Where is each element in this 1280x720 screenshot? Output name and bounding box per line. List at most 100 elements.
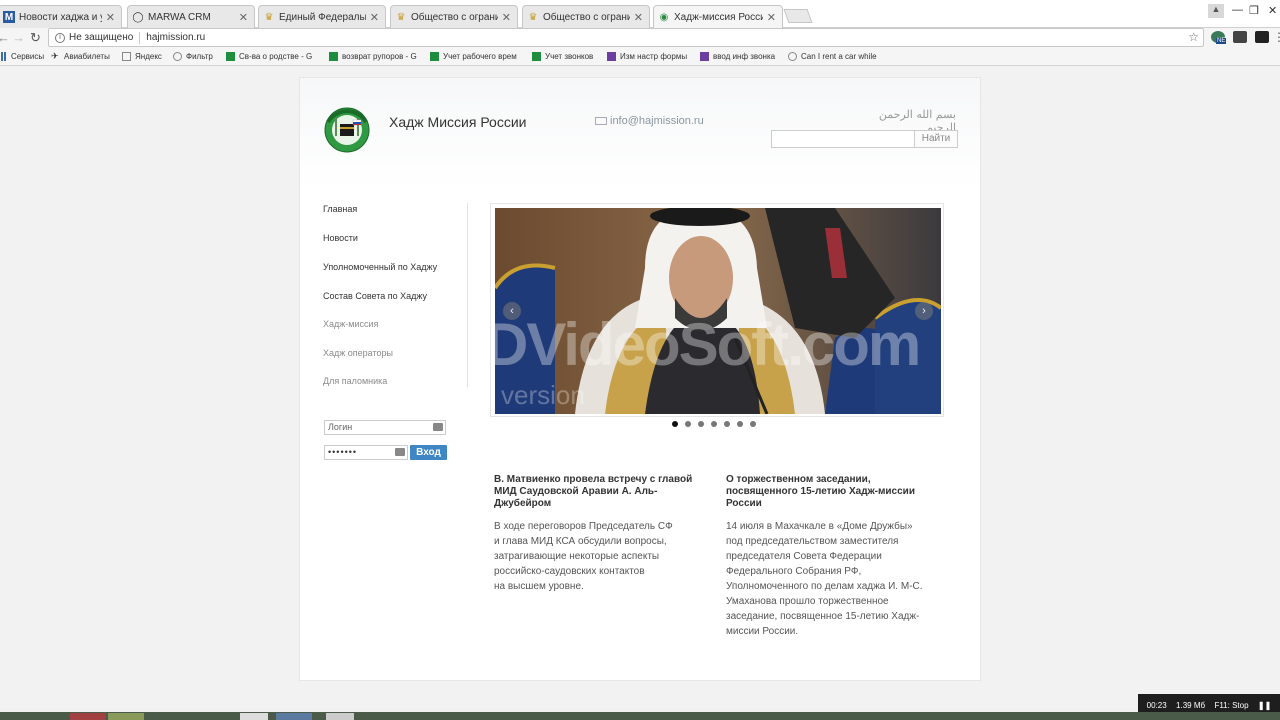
bookmark-item[interactable]: Изм настр формы [607, 52, 687, 61]
user-profile-icon[interactable]: ▲ [1208, 4, 1224, 18]
slider-next-icon[interactable]: › [915, 302, 933, 320]
separator [139, 31, 141, 44]
close-icon[interactable]: ✕ [634, 11, 643, 24]
nav-item-council[interactable]: Состав Совета по Хаджу [323, 291, 427, 301]
browser-tab-active[interactable]: ◉ Хадж-миссия России ✕ [653, 5, 783, 29]
pause-icon[interactable]: ❚❚ [1258, 701, 1271, 710]
close-icon[interactable]: ✕ [502, 11, 511, 24]
globe-icon [788, 52, 797, 61]
news-item: В. Матвиенко провела встречу с главой МИ… [494, 474, 694, 594]
sheets-icon [226, 52, 235, 61]
emblem-icon: ♛ [396, 11, 406, 23]
keyboard-icon[interactable] [433, 423, 443, 431]
password-mask: ••••••• [328, 447, 358, 457]
bookmark-label: Фильтр [186, 52, 213, 61]
reload-icon[interactable]: ↻ [30, 30, 41, 46]
news-title[interactable]: О торжественном заседании, посвященного … [726, 474, 936, 510]
back-icon[interactable]: ← [0, 30, 10, 45]
site-title[interactable]: Хадж Миссия России [389, 114, 526, 130]
m-icon: M [3, 11, 15, 23]
bookmark-item[interactable]: Учет звонков [532, 52, 593, 61]
extension-icon[interactable] [1233, 31, 1247, 43]
slider-dot[interactable] [750, 421, 756, 427]
nav-item-commissioner[interactable]: Уполномоченный по Хаджу [323, 262, 437, 272]
slider-dot[interactable] [724, 421, 730, 427]
news-title[interactable]: В. Матвиенко провела встречу с главой МИ… [494, 474, 694, 510]
email-text[interactable]: info@hajmission.ru [610, 115, 704, 127]
close-icon[interactable]: ✕ [239, 11, 248, 24]
bookmark-item[interactable]: Св-ва о родстве - G [226, 52, 312, 61]
close-icon[interactable]: ✕ [106, 11, 115, 24]
taskbar-item[interactable] [240, 713, 268, 720]
url-text[interactable]: hajmission.ru [146, 32, 205, 43]
nav-item-news[interactable]: Новости [323, 233, 358, 243]
close-icon[interactable]: ✕ [767, 11, 776, 24]
extension-icon[interactable] [1255, 31, 1269, 43]
slider-prev-icon[interactable]: ‹ [503, 302, 521, 320]
bookmark-item[interactable]: Учет рабочего врем [430, 52, 517, 61]
browser-tab[interactable]: ♛ Общество с ограничени ✕ [390, 5, 518, 28]
bookmark-item[interactable]: Сервисы [0, 52, 44, 61]
bookmark-item[interactable]: Can I rent a car while [788, 52, 877, 61]
nav-item-hajj-operators[interactable]: Хадж операторы [323, 348, 393, 358]
bookmark-label: Учет звонков [545, 52, 594, 61]
minimize-icon[interactable]: — [1232, 4, 1243, 16]
bookmark-item[interactable]: Фильтр [173, 52, 213, 61]
bookmark-item[interactable]: Яндекс [122, 52, 162, 61]
bookmark-label: Авиабилеты [64, 52, 110, 61]
close-window-icon[interactable]: ✕ [1268, 4, 1277, 17]
contact-email[interactable]: info@hajmission.ru [595, 115, 704, 127]
login-field[interactable]: Логин [324, 420, 446, 435]
taskbar-item[interactable] [276, 713, 312, 720]
bookmark-label: возврат рупоров - G [342, 52, 417, 61]
login-button[interactable]: Вход [410, 445, 447, 460]
slider-dot[interactable] [672, 421, 678, 427]
browser-tab[interactable]: ◯ MARWA CRM ✕ [127, 5, 255, 28]
taskbar-item[interactable] [70, 713, 106, 720]
info-icon[interactable]: i [55, 32, 65, 43]
slider-dot[interactable] [711, 421, 717, 427]
tab-title: Единый Федеральный р [279, 11, 366, 23]
forms-icon [607, 52, 616, 61]
bookmark-item[interactable]: ✈ Авиабилеты [51, 52, 110, 62]
taskbar-item[interactable] [108, 713, 144, 720]
recorder-hotkey[interactable]: F11: Stop [1214, 701, 1248, 710]
slider-dot[interactable] [737, 421, 743, 427]
forward-icon[interactable]: → [12, 30, 25, 45]
bookmark-label: Яндекс [135, 52, 162, 61]
search-input[interactable] [771, 130, 915, 148]
slider-dot[interactable] [685, 421, 691, 427]
bookmark-star-icon[interactable]: ☆ [1188, 30, 1199, 44]
slide-image: DVideoSoft.com version ‹ › [495, 208, 941, 414]
menu-icon[interactable]: ⋮ [1273, 30, 1280, 44]
bookmarks-bar: Сервисы ✈ Авиабилеты Яндекс Фильтр Св-ва … [0, 48, 1280, 66]
new-tab-button[interactable] [783, 9, 813, 23]
nav-item-pilgrims[interactable]: Для паломника [323, 376, 387, 386]
keyboard-icon[interactable] [395, 448, 405, 456]
nav-divider [467, 203, 468, 387]
address-bar[interactable]: i Не защищено hajmission.ru ☆ [48, 28, 1204, 47]
bookmark-label: Учет рабочего врем [443, 52, 517, 61]
sheets-icon [532, 52, 541, 61]
news-item: О торжественном заседании, посвященного … [726, 474, 936, 639]
envelope-icon [595, 117, 607, 125]
sheets-icon [329, 52, 338, 61]
bookmark-item[interactable]: возврат рупоров - G [329, 52, 417, 61]
restore-icon[interactable]: ❐ [1249, 4, 1259, 17]
emblem-icon: ♛ [528, 11, 538, 23]
search-button[interactable]: Найти [915, 130, 958, 148]
slider-dots [672, 421, 756, 427]
taskbar-item[interactable] [326, 713, 354, 720]
browser-tab[interactable]: ♛ Общество с ограничени ✕ [522, 5, 650, 28]
nav-item-hajj-mission[interactable]: Хадж-миссия [323, 319, 378, 329]
nav-item-home[interactable]: Главная [323, 204, 357, 214]
page-icon [122, 52, 131, 61]
password-field[interactable]: ••••••• [324, 445, 408, 460]
browser-tab[interactable]: ♛ Единый Федеральный р ✕ [258, 5, 386, 28]
tab-title: Новости хаджа и умра г [19, 11, 102, 23]
browser-tab[interactable]: M Новости хаджа и умра г ✕ [0, 5, 122, 28]
bookmark-item[interactable]: ввод инф звонка [700, 52, 775, 61]
close-icon[interactable]: ✕ [370, 11, 379, 24]
slider-dot[interactable] [698, 421, 704, 427]
site-logo[interactable] [322, 100, 372, 154]
